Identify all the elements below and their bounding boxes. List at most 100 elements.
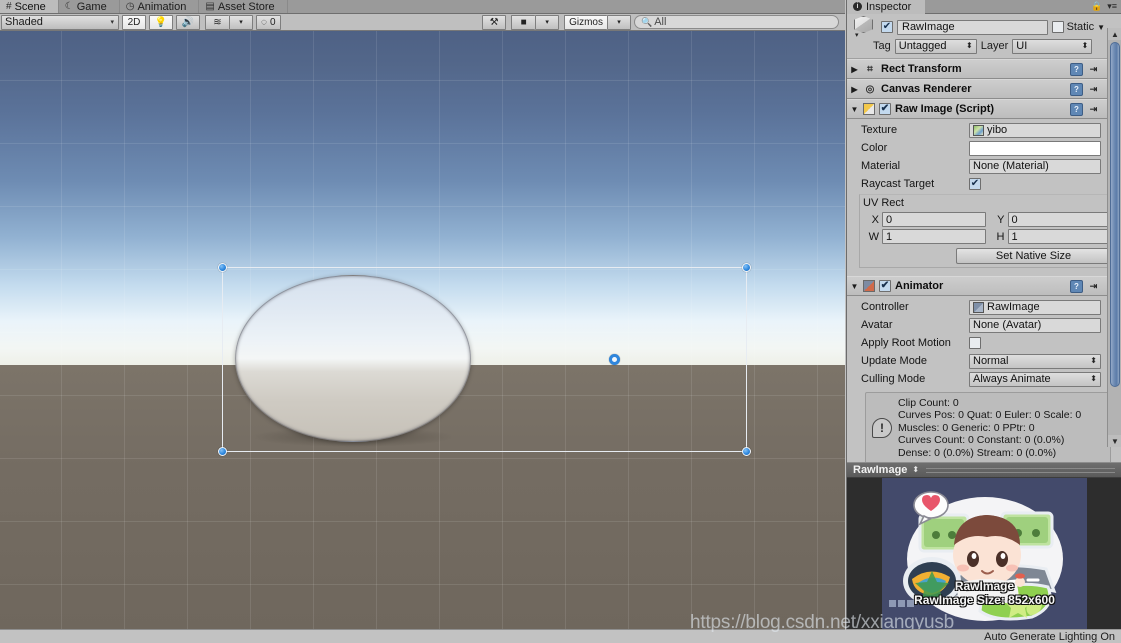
scene-camera-dropdown[interactable]: ▾ bbox=[535, 14, 560, 30]
scroll-up-arrow-icon[interactable]: ▲ bbox=[1108, 28, 1121, 40]
animator-info-text: Clip Count: 0 Curves Pos: 0 Quat: 0 Eule… bbox=[898, 397, 1081, 459]
info-line: Dense: 0 (0.0%) Stream: 0 (0.0%) bbox=[898, 446, 1057, 459]
scene-fx-dropdown[interactable]: ▾ bbox=[229, 14, 253, 30]
culling-mode-dropdown[interactable]: Always Animate ⬍ bbox=[969, 371, 1101, 387]
component-header-rect-transform[interactable]: ▶ ⌗ Rect Transform ? ⇥ ⚙ bbox=[847, 59, 1121, 79]
help-icon[interactable]: ? bbox=[1070, 62, 1083, 76]
preview-body: RawImage RawImage Size: 852x600 bbox=[847, 478, 1121, 633]
help-icon[interactable]: ? bbox=[1070, 82, 1083, 96]
tab-scene-label: Scene bbox=[14, 0, 46, 13]
draw-mode-dropdown[interactable]: Shaded ▾ bbox=[1, 14, 119, 30]
tab-game[interactable]: ☾ Game bbox=[58, 0, 120, 13]
preset-icon[interactable]: ⇥ bbox=[1087, 83, 1100, 96]
apply-root-motion-checkbox[interactable] bbox=[969, 337, 981, 349]
foldout-arrow-icon[interactable]: ▼ bbox=[850, 282, 859, 291]
update-mode-dropdown[interactable]: Normal ⬍ bbox=[969, 353, 1101, 369]
help-icon[interactable]: ? bbox=[1070, 102, 1083, 116]
tab-scene[interactable]: # Scene bbox=[0, 0, 59, 13]
animator-enabled-checkbox[interactable] bbox=[879, 280, 891, 292]
material-object-field[interactable]: None (Material) bbox=[969, 158, 1101, 174]
static-dropdown-icon[interactable]: ▼ bbox=[1097, 23, 1105, 32]
static-checkbox[interactable] bbox=[1051, 21, 1064, 33]
preview-header[interactable]: RawImage ⬍ bbox=[847, 462, 1121, 478]
hidden-objects-button[interactable]: ◌ 0 bbox=[256, 14, 281, 30]
gamepad-icon: ☾ bbox=[64, 0, 74, 12]
chevron-down-icon: ▾ bbox=[545, 19, 549, 26]
component-header-canvas-renderer[interactable]: ▶ ◎ Canvas Renderer ? ⇥ ⚙ bbox=[847, 79, 1121, 99]
update-mode-row: Update Mode Normal ⬍ bbox=[851, 352, 1117, 370]
uv-y-input[interactable]: 0 bbox=[1007, 212, 1111, 227]
tab-animation[interactable]: ◷ Animation bbox=[119, 0, 200, 13]
uv-xy-row: X 0 Y 0 bbox=[863, 211, 1111, 228]
inspector-panel: i Inspector 🔒 ▾≡ ▾ RawImage bbox=[846, 0, 1121, 643]
component-header-animator[interactable]: ▼ Animator ? ⇥ ⚙ bbox=[847, 276, 1121, 296]
preset-icon[interactable]: ⇥ bbox=[1087, 63, 1100, 76]
tab-asset-store[interactable]: ▤ Asset Store bbox=[199, 0, 288, 13]
gameobject-name-input[interactable]: RawImage bbox=[897, 19, 1048, 35]
scene-search-input[interactable]: 🔍 All bbox=[634, 15, 839, 29]
foldout-arrow-icon[interactable]: ▶ bbox=[850, 65, 859, 74]
foldout-arrow-icon[interactable]: ▶ bbox=[850, 85, 859, 94]
pivot-handle-icon[interactable] bbox=[609, 354, 620, 365]
updown-arrows-icon: ⬍ bbox=[966, 41, 973, 50]
scene-view[interactable] bbox=[0, 31, 845, 629]
tab-inspector[interactable]: i Inspector bbox=[847, 0, 926, 14]
scene-camera-group: ■ ▾ bbox=[511, 14, 560, 30]
texture-object-field[interactable]: yibo bbox=[969, 122, 1101, 138]
grid-icon: # bbox=[6, 0, 12, 12]
tag-dropdown[interactable]: Untagged ⬍ bbox=[894, 38, 977, 54]
inspector-tab-controls: 🔒 ▾≡ bbox=[1091, 1, 1117, 12]
raw-image-enabled-checkbox[interactable] bbox=[879, 103, 891, 115]
help-icon[interactable]: ? bbox=[1070, 279, 1083, 293]
hamburger-menu-icon[interactable]: ▾≡ bbox=[1107, 1, 1117, 12]
uv-x-input[interactable]: 0 bbox=[882, 212, 986, 227]
avatar-object-field[interactable]: None (Avatar) bbox=[969, 317, 1101, 333]
gizmos-button[interactable]: Gizmos bbox=[564, 14, 607, 30]
scroll-down-arrow-icon[interactable]: ▼ bbox=[1108, 435, 1121, 447]
avatar-row: Avatar None (Avatar) ◎ bbox=[851, 316, 1117, 334]
layer-dropdown[interactable]: UI ⬍ bbox=[1012, 38, 1093, 54]
cube-icon[interactable]: ▾ bbox=[851, 16, 877, 39]
gameobject-enabled-checkbox[interactable] bbox=[881, 21, 893, 33]
component-header-raw-image[interactable]: ▼ Raw Image (Script) ? ⇥ ⚙ bbox=[847, 99, 1121, 119]
preview-texture-image bbox=[903, 491, 1063, 621]
draw-mode-value: Shaded bbox=[5, 16, 43, 28]
uv-w-input[interactable]: 1 bbox=[882, 229, 986, 244]
scene-tools-button[interactable]: ⚒ bbox=[482, 14, 507, 30]
info-icon: i bbox=[853, 2, 862, 11]
chevron-down-icon: ▾ bbox=[239, 19, 243, 26]
update-mode-value: Normal bbox=[973, 355, 1009, 367]
info-line: Curves Pos: 0 Quat: 0 Euler: 0 Scale: 0 bbox=[898, 409, 1082, 422]
preset-icon[interactable]: ⇥ bbox=[1087, 103, 1100, 116]
scrollbar-thumb[interactable] bbox=[1110, 42, 1120, 387]
2d-toggle-button[interactable]: 2D bbox=[122, 14, 146, 30]
updown-arrows-icon: ⬍ bbox=[1090, 356, 1097, 365]
scene-lighting-button[interactable]: 💡 bbox=[149, 14, 173, 30]
scene-camera-button[interactable]: ■ bbox=[511, 14, 536, 30]
preview-overlay-name: RawImage bbox=[954, 579, 1015, 593]
scene-fx-button[interactable]: ≋ bbox=[205, 14, 229, 30]
static-label: Static bbox=[1066, 21, 1095, 33]
canvas-renderer-icon: ◎ bbox=[865, 83, 875, 95]
uv-y-label: Y bbox=[997, 213, 1005, 226]
updown-arrows-icon[interactable]: ⬍ bbox=[912, 466, 919, 474]
raw-image-icon bbox=[863, 103, 875, 115]
tab-animation-label: Animation bbox=[137, 0, 187, 13]
uv-h-input[interactable]: 1 bbox=[1007, 229, 1111, 244]
inspector-scrollbar[interactable]: ▲ ▼ bbox=[1107, 28, 1121, 447]
scene-sphere-object[interactable] bbox=[235, 275, 471, 442]
lock-icon[interactable]: 🔒 bbox=[1091, 1, 1102, 12]
raycast-target-checkbox[interactable] bbox=[969, 178, 981, 190]
scene-audio-button[interactable]: 🔊 bbox=[176, 14, 200, 30]
preset-icon[interactable]: ⇥ bbox=[1087, 280, 1100, 293]
set-native-size-button[interactable]: Set Native Size bbox=[956, 248, 1111, 264]
raycast-target-row: Raycast Target bbox=[851, 175, 1117, 193]
component-title: Raw Image (Script) bbox=[895, 103, 995, 115]
controller-value: RawImage bbox=[987, 301, 1040, 313]
hidden-count: 0 bbox=[269, 16, 276, 28]
gizmos-dropdown[interactable]: ▾ bbox=[607, 14, 631, 30]
uv-y-value: 0 bbox=[1011, 213, 1018, 226]
controller-object-field[interactable]: RawImage bbox=[969, 299, 1101, 315]
color-swatch-field[interactable] bbox=[969, 140, 1101, 156]
foldout-arrow-icon[interactable]: ▼ bbox=[850, 105, 859, 114]
